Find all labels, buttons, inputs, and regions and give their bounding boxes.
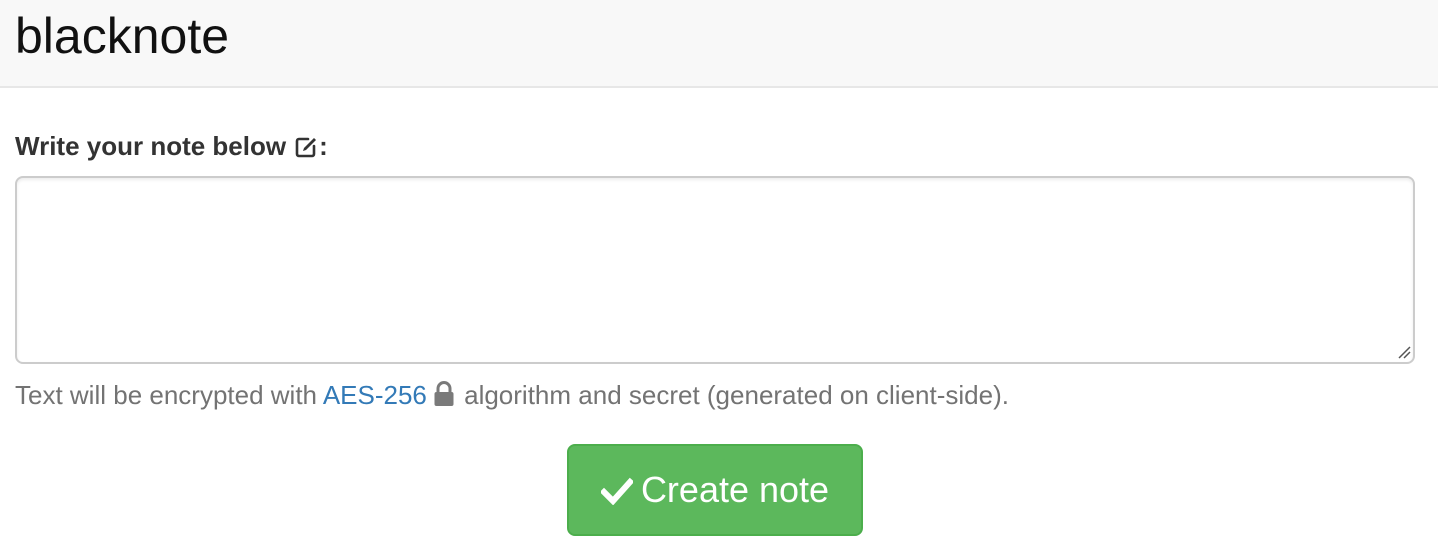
note-textarea[interactable] (15, 176, 1415, 364)
create-note-label: Create note (640, 469, 830, 510)
note-label-suffix: : (319, 131, 328, 161)
create-note-button[interactable]: Create note (567, 444, 863, 536)
navbar: blacknote (0, 0, 1438, 88)
help-text-prefix: Text will be encrypted with (15, 380, 323, 410)
aes-256-link[interactable]: AES-256 (323, 380, 427, 410)
brand-link[interactable]: blacknote (15, 6, 229, 66)
check-icon (600, 477, 633, 505)
note-label-text: Write your note below (15, 131, 287, 161)
help-text-suffix: algorithm and secret (generated on clien… (456, 380, 1009, 410)
resize-grip-icon[interactable] (1397, 345, 1411, 359)
lock-icon (434, 381, 454, 406)
help-text: Text will be encrypted with AES-256 algo… (15, 378, 1009, 412)
edit-icon (295, 137, 317, 158)
note-label: Write your note below : (15, 130, 328, 162)
